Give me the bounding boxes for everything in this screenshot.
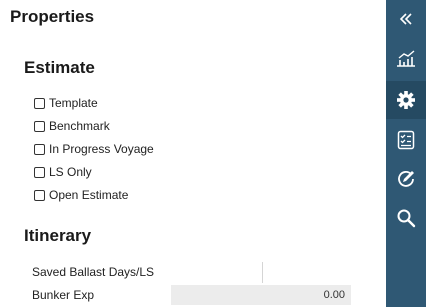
panel-title: Properties (10, 7, 95, 26)
chart-button[interactable] (386, 40, 426, 78)
template-checkbox-row[interactable]: Template (34, 95, 98, 111)
saved-ballast-days-label: Saved Ballast Days/LS (32, 265, 155, 279)
in-progress-voyage-checkbox[interactable] (34, 143, 45, 155)
bunker-exp-label: Bunker Exp (32, 288, 95, 302)
double-chevron-left-icon (399, 13, 412, 25)
estimate-heading: Estimate (24, 58, 95, 77)
search-button[interactable] (386, 199, 426, 237)
chart-icon (397, 50, 415, 67)
gear-icon (397, 91, 415, 109)
checklist-icon (397, 130, 415, 150)
open-estimate-checkbox[interactable] (34, 189, 45, 201)
itinerary-heading: Itinerary (24, 226, 92, 245)
settings-button[interactable] (386, 81, 426, 119)
open-estimate-label: Open Estimate (49, 188, 129, 202)
collapse-button[interactable] (386, 0, 426, 38)
open-estimate-checkbox-row[interactable]: Open Estimate (34, 187, 128, 203)
benchmark-checkbox[interactable] (34, 120, 45, 132)
checklist-button[interactable] (386, 121, 426, 159)
template-label: Template (49, 96, 98, 110)
properties-panel: Properties Estimate Template Benchmark I… (0, 0, 386, 307)
right-sidebar (386, 0, 426, 307)
template-checkbox[interactable] (34, 97, 45, 109)
search-icon (397, 209, 416, 228)
benchmark-label: Benchmark (49, 119, 110, 133)
bunker-exp-field[interactable]: 0.00 (171, 285, 351, 305)
ls-only-checkbox[interactable] (34, 166, 45, 178)
edit-button[interactable] (386, 160, 426, 198)
in-progress-voyage-label: In Progress Voyage (49, 142, 154, 156)
ls-only-label: LS Only (49, 165, 92, 179)
benchmark-checkbox-row[interactable]: Benchmark (34, 118, 110, 134)
in-progress-voyage-checkbox-row[interactable]: In Progress Voyage (34, 141, 154, 157)
ls-only-checkbox-row[interactable]: LS Only (34, 164, 92, 180)
field-divider (262, 262, 263, 283)
edit-circle-icon (398, 171, 414, 187)
